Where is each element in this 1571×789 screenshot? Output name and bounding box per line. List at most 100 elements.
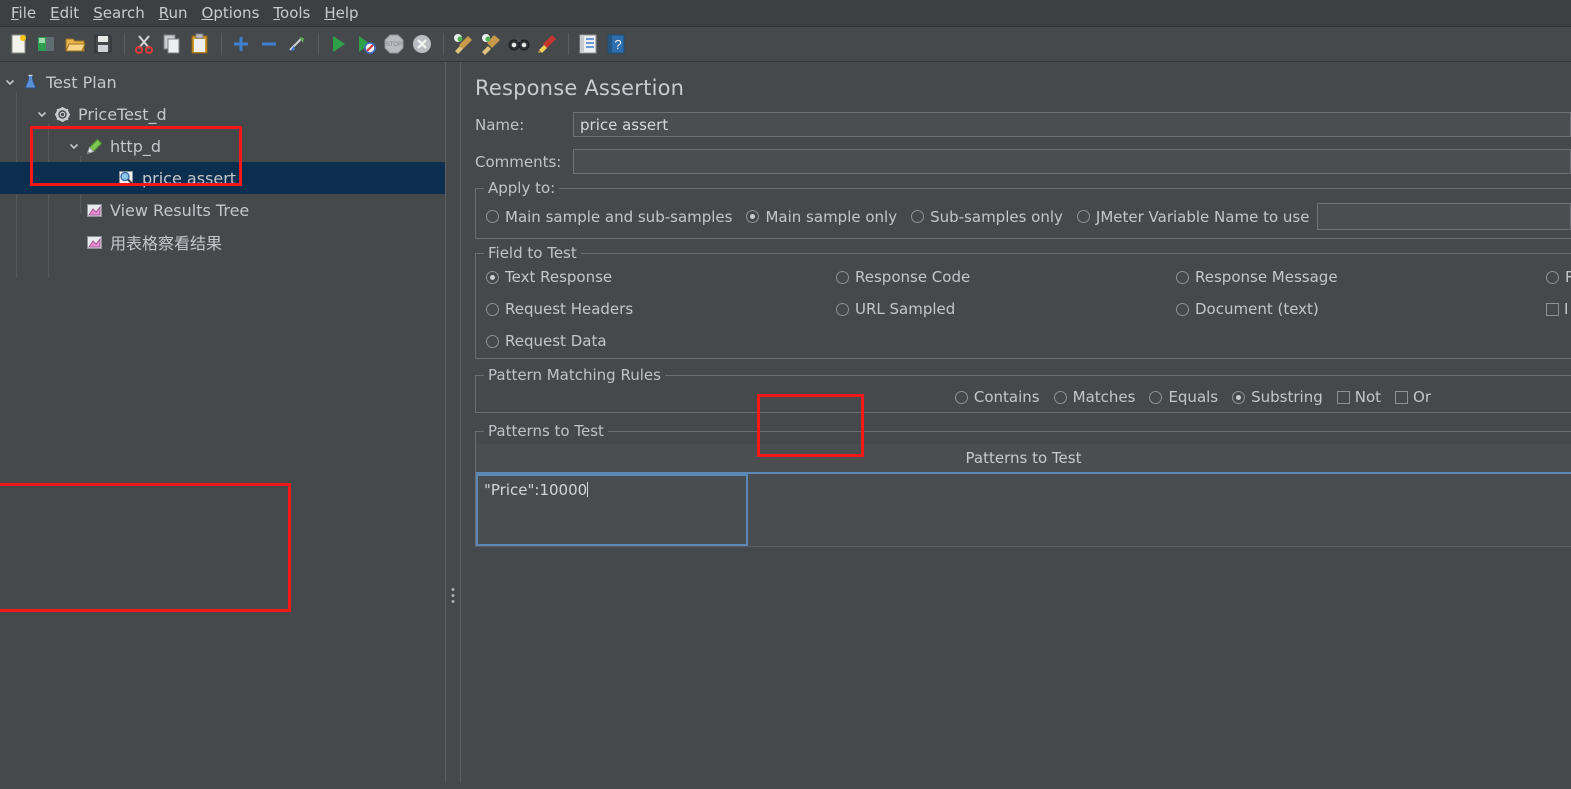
templates-icon[interactable] (34, 31, 60, 57)
pattern-matching-rules-group: Pattern Matching Rules Contains Matches (475, 366, 1571, 413)
function-helper-icon[interactable] (575, 31, 601, 57)
option-label: I (1564, 300, 1569, 318)
pattern-cell-editor[interactable]: "Price":10000 (476, 474, 748, 546)
start-no-pauses-icon[interactable] (353, 31, 379, 57)
start-icon[interactable] (325, 31, 351, 57)
reset-search-icon[interactable] (534, 31, 560, 57)
radio-sub-samples-only[interactable]: Sub-samples only (911, 208, 1063, 226)
patterns-table-header[interactable]: Patterns to Test (476, 444, 1571, 474)
toolbar-separator (221, 33, 222, 55)
stop-icon[interactable]: STOP (381, 31, 407, 57)
radio-document-text[interactable]: Document (text) (1176, 300, 1546, 318)
menu-options[interactable]: Options (195, 2, 267, 25)
checkbox-ignore-status-truncated[interactable]: I (1546, 300, 1571, 318)
tree-node-label: http_d (110, 136, 161, 156)
name-label: Name: (475, 115, 525, 134)
radio-main-sample-and-sub-samples[interactable]: Main sample and sub-samples (486, 208, 732, 226)
copy-icon[interactable] (159, 31, 185, 57)
search-icon[interactable] (506, 31, 532, 57)
radio-response-code[interactable]: Response Code (836, 268, 1176, 286)
radio-equals[interactable]: Equals (1149, 388, 1218, 406)
radio-response-headers-truncated[interactable]: R (1546, 268, 1571, 286)
column-header-label: Patterns to Test (965, 449, 1082, 467)
new-icon[interactable] (6, 31, 32, 57)
option-label: URL Sampled (855, 300, 956, 318)
menu-run[interactable]: Run (152, 2, 195, 25)
radio-main-sample-only[interactable]: Main sample only (746, 208, 897, 226)
radio-text-response[interactable]: Text Response (486, 268, 836, 286)
radio-indicator (486, 302, 499, 316)
tree-node-view-results-in-table[interactable]: 用表格察看结果 (0, 226, 445, 258)
tree-node-http-sampler[interactable]: http_d (0, 130, 445, 162)
thread-group-icon (52, 104, 72, 124)
save-icon[interactable] (90, 31, 116, 57)
option-label: Matches (1072, 388, 1136, 406)
comments-input[interactable] (573, 149, 1571, 174)
menu-tools[interactable]: Tools (266, 2, 317, 25)
radio-indicator (486, 334, 499, 348)
tree-node-response-assertion[interactable]: price assert (0, 162, 445, 194)
field-to-test-group: Field to Test Text Response Response Cod… (475, 244, 1571, 359)
radio-url-sampled[interactable]: URL Sampled (836, 300, 1176, 318)
radio-request-headers[interactable]: Request Headers (486, 300, 836, 318)
chevron-down-icon[interactable] (32, 108, 52, 120)
toolbar-separator (318, 33, 319, 55)
help-icon[interactable]: ? (603, 31, 629, 57)
clear-all-icon[interactable] (478, 31, 504, 57)
radio-indicator (486, 210, 499, 223)
option-label: Contains (973, 388, 1040, 406)
toggle-icon[interactable] (284, 31, 310, 57)
page-title: Response Assertion (475, 76, 685, 100)
split-divider[interactable] (445, 62, 461, 789)
test-plan-tree[interactable]: Test Plan PriceTest_d http_d price asser… (0, 62, 445, 789)
radio-indicator (911, 210, 925, 223)
radio-indicator (1076, 210, 1090, 223)
chevron-down-icon[interactable] (64, 140, 84, 152)
menu-edit[interactable]: Edit (43, 2, 86, 25)
listener-icon (84, 200, 104, 220)
tree-node-thread-group[interactable]: PriceTest_d (0, 98, 445, 130)
radio-jmeter-variable-name[interactable]: JMeter Variable Name to use (1076, 208, 1309, 226)
pattern-matching-legend: Pattern Matching Rules (484, 366, 665, 384)
shutdown-icon[interactable] (409, 31, 435, 57)
toolbar-separator (124, 33, 125, 55)
table-row[interactable]: "Price":10000 (476, 474, 1571, 547)
menu-search[interactable]: Search (86, 2, 152, 25)
split-grip-icon[interactable] (451, 588, 455, 603)
pattern-cell-value: "Price":10000 (484, 481, 588, 499)
radio-indicator (1176, 302, 1189, 316)
radio-request-data[interactable]: Request Data (486, 332, 836, 350)
radio-substring[interactable]: Substring (1232, 388, 1323, 406)
expand-all-icon[interactable] (228, 31, 254, 57)
radio-matches[interactable]: Matches (1053, 388, 1136, 406)
name-input[interactable]: price assert (573, 112, 1571, 137)
tree-node-view-results-tree[interactable]: View Results Tree (0, 194, 445, 226)
option-label: Equals (1168, 388, 1219, 406)
cut-icon[interactable] (131, 31, 157, 57)
tree-node-test-plan[interactable]: Test Plan (0, 66, 445, 98)
checkbox-or[interactable]: Or (1395, 388, 1431, 406)
radio-indicator (1149, 390, 1163, 404)
menu-help[interactable]: Help (317, 2, 365, 25)
open-icon[interactable] (62, 31, 88, 57)
comments-label: Comments: (475, 152, 562, 171)
svg-text:?: ? (614, 37, 621, 52)
tree-node-label: price assert (142, 168, 237, 188)
checkbox-indicator (1395, 390, 1409, 404)
clear-icon[interactable] (450, 31, 476, 57)
checkbox-not[interactable]: Not (1336, 388, 1382, 406)
jmeter-variable-name-input[interactable] (1317, 203, 1571, 230)
option-label: Not (1354, 388, 1382, 406)
toolbar: STOP ? (0, 27, 1571, 62)
collapse-all-icon[interactable] (256, 31, 282, 57)
patterns-to-test-group: Patterns to Test Patterns to Test "Price… (475, 422, 1571, 547)
checkbox-indicator (1336, 390, 1350, 404)
chevron-down-icon[interactable] (0, 76, 20, 88)
radio-contains[interactable]: Contains (954, 388, 1040, 406)
radio-response-message[interactable]: Response Message (1176, 268, 1546, 286)
menu-file[interactable]: File (4, 2, 43, 25)
radio-indicator (1053, 390, 1067, 404)
text-caret (587, 482, 589, 497)
paste-icon[interactable] (187, 31, 213, 57)
apply-to-options: Main sample and sub-samples Main sample … (486, 203, 1571, 230)
